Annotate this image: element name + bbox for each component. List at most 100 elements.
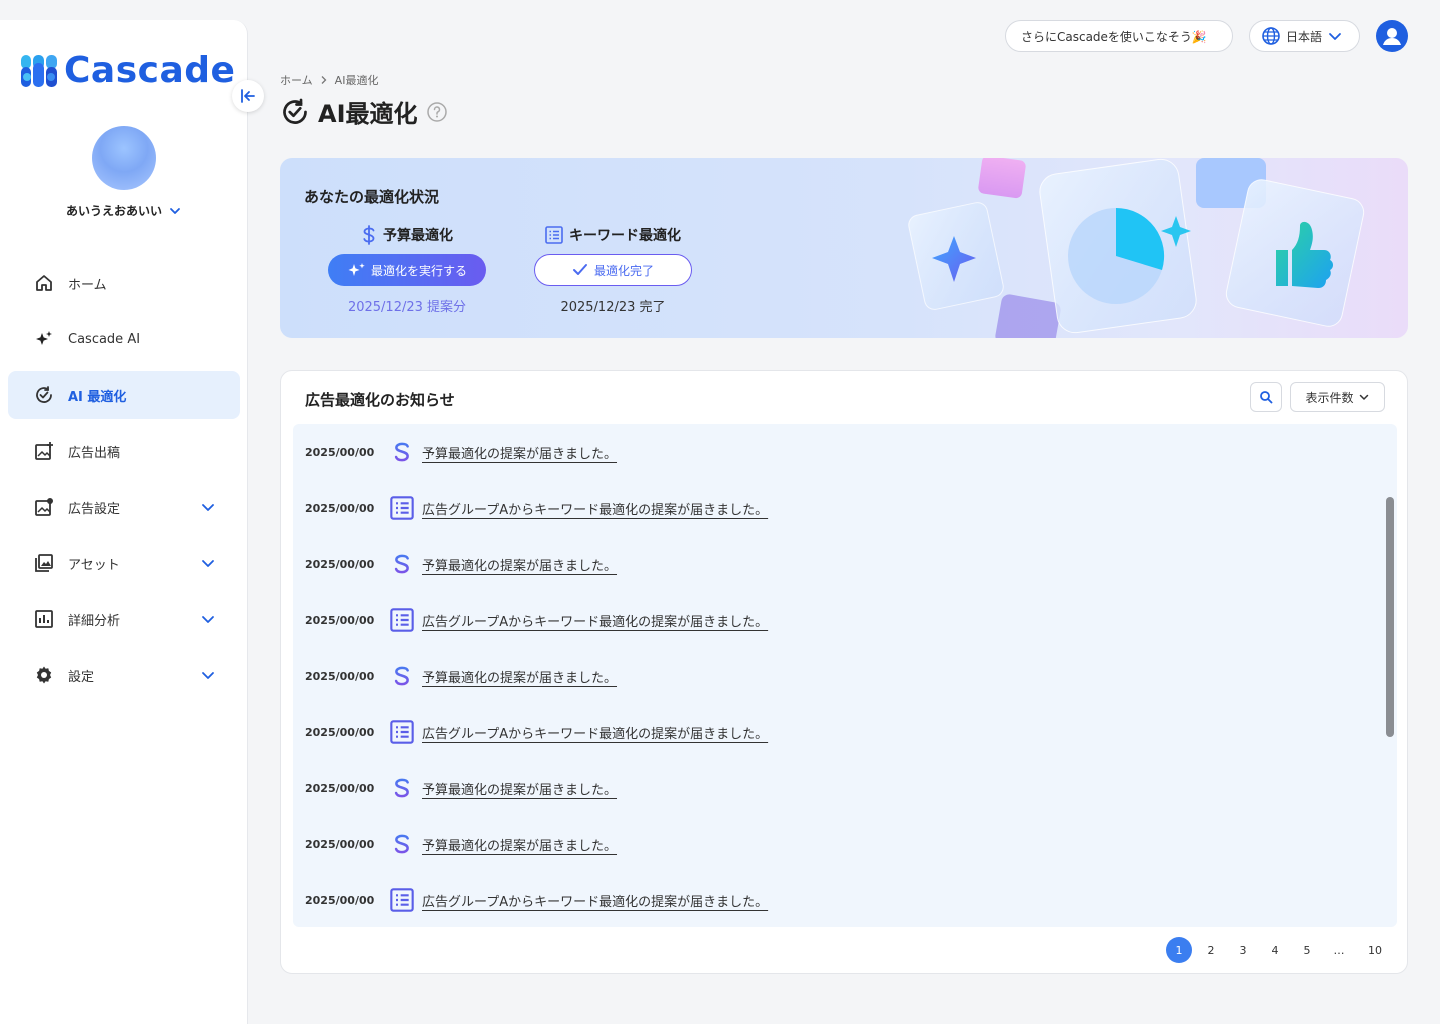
notice-date: 2025/00/00 [305,669,375,683]
sidebar-item-label: 広告出稿 [68,445,121,461]
dollar-icon [390,775,414,801]
sidebar-item-label: ホーム [68,277,107,293]
brand-name: Cascade [64,50,236,91]
ai-optimize-icon [283,98,307,124]
sparkle-icon [34,329,54,349]
page-button-4[interactable]: 4 [1262,937,1288,963]
notice-row[interactable]: 2025/00/00 広告グループAからキーワード最適化の提案が届きました。 [293,480,1397,536]
notice-link[interactable]: 広告グループAからキーワード最適化の提案が届きました。 [422,499,768,518]
help-icon[interactable] [426,101,448,123]
chevron-down-icon [170,207,180,214]
notice-link[interactable]: 予算最適化の提案が届きました。 [422,443,617,462]
list-icon [390,496,414,520]
dollar-icon [390,439,414,465]
sidebar-item-label: 詳細分析 [68,613,121,629]
notice-link[interactable]: 予算最適化の提案が届きました。 [422,835,617,854]
budget-optimization-label: 予算最適化 [361,224,453,246]
notice-list: 2025/00/00 予算最適化の提案が届きました。 2025/00/00 広告グ… [293,424,1397,927]
notice-date: 2025/00/00 [305,893,375,907]
notice-row[interactable]: 2025/00/00 予算最適化の提案が届きました。 [293,760,1397,816]
notice-row[interactable]: 2025/00/00 予算最適化の提案が届きました。 [293,424,1397,480]
run-optimization-button[interactable]: 最適化を実行する [328,254,486,286]
cascade-logo-icon [21,54,57,87]
sidebar-item-ai-optimize[interactable]: AI 最適化 [8,371,240,419]
breadcrumb-current: AI最適化 [334,74,379,87]
page-button-3[interactable]: 3 [1230,937,1256,963]
chevron-down-icon [202,672,214,679]
ad-optimization-notices-card: 広告最適化のお知らせ 表示件数 2025/00/00 予算最適化の提案が届きまし… [280,370,1408,974]
notice-link[interactable]: 予算最適化の提案が届きました。 [422,667,617,686]
keyword-optimization-label: キーワード最適化 [545,224,681,246]
notice-row[interactable]: 2025/00/00 予算最適化の提案が届きました。 [293,648,1397,704]
notices-card-title: 広告最適化のお知らせ [305,391,455,409]
page-button-5[interactable]: 5 [1294,937,1320,963]
display-count-label: 表示件数 [1305,390,1354,405]
sidebar-item-label: 広告設定 [68,501,121,517]
notice-row[interactable]: 2025/00/00 予算最適化の提案が届きました。 [293,536,1397,592]
notice-date: 2025/00/00 [305,445,375,459]
notice-link[interactable]: 広告グループAからキーワード最適化の提案が届きました。 [422,611,768,630]
budget-optimization: 予算最適化 最適化を実行する 2025/12/23 提案分 [328,224,486,315]
breadcrumb-home[interactable]: ホーム [280,72,313,88]
chevron-down-icon [1359,394,1368,400]
notice-link[interactable]: 広告グループAからキーワード最適化の提案が届きました。 [422,891,768,910]
gear-icon [34,665,54,685]
sidebar-collapse-button[interactable] [232,80,264,112]
notice-date: 2025/00/00 [305,781,375,795]
sidebar-item-cascade-ai[interactable]: Cascade AI [8,315,240,363]
account-avatar-button[interactable] [1376,20,1408,52]
sidebar-item-label: アセット [68,557,120,573]
dollar-icon [390,831,414,857]
page-button-2[interactable]: 2 [1198,937,1224,963]
sidebar-item-ad-publish[interactable]: 広告出稿 [8,427,240,475]
sidebar-item-analytics[interactable]: 詳細分析 [8,595,240,643]
bar-chart-icon [34,609,54,629]
search-icon [1260,391,1273,404]
notice-date: 2025/00/00 [305,557,375,571]
cascade-logo[interactable]: Cascade [20,50,235,91]
page-button-1[interactable]: 1 [1166,937,1192,963]
notice-list-scrollbar[interactable] [1386,497,1394,737]
home-icon [34,273,54,293]
chevron-down-icon [202,616,214,623]
keyword-optimization-date: 2025/12/23 完了 [560,300,666,315]
chevron-right-icon [321,76,327,84]
page-button-10[interactable]: 10 [1358,937,1392,963]
globe-icon [1262,27,1280,45]
page-title-text: AI最適化 [318,100,418,128]
language-selector[interactable]: 日本語 [1249,20,1360,52]
user-avatar[interactable] [92,126,156,190]
pagination-ellipsis: … [1333,943,1345,957]
list-icon [390,608,414,632]
search-button[interactable] [1250,382,1282,412]
notice-row[interactable]: 2025/00/00 広告グループAからキーワード最適化の提案が届きました。 [293,592,1397,648]
page-title: AI最適化 [280,94,448,129]
optimization-complete-button[interactable]: 最適化完了 [534,254,692,286]
ad-settings-icon [34,497,54,517]
chevron-down-icon [1329,33,1341,40]
sidebar: Cascade あいうえおあいい ホーム Cascade AI AI 最適化 広… [0,20,248,1024]
display-count-select[interactable]: 表示件数 [1290,382,1385,412]
notice-link[interactable]: 予算最適化の提案が届きました。 [422,555,617,574]
sidebar-item-ad-settings[interactable]: 広告設定 [8,483,240,531]
notice-link[interactable]: 広告グループAからキーワード最適化の提案が届きました。 [422,723,768,742]
sidebar-nav: ホーム Cascade AI AI 最適化 広告出稿 広告設定 アセット 詳細分… [8,259,240,707]
sidebar-item-assets[interactable]: アセット [8,539,240,587]
promo-button[interactable]: さらにCascadeを使いこなそう🎉 [1005,20,1233,52]
list-icon [390,888,414,912]
user-menu[interactable]: あいうえおあいい [0,202,248,219]
hero-illustration [908,158,1365,338]
sidebar-item-home[interactable]: ホーム [8,259,240,307]
breadcrumb: ホーム AI最適化 [280,72,378,88]
sidebar-item-label: AI 最適化 [68,389,127,405]
user-icon [1383,28,1401,45]
notice-row[interactable]: 2025/00/00 広告グループAからキーワード最適化の提案が届きました。 [293,704,1397,760]
language-label: 日本語 [1286,29,1323,44]
notice-row[interactable]: 2025/00/00 予算最適化の提案が届きました。 [293,816,1397,872]
sidebar-item-settings[interactable]: 設定 [8,651,240,699]
notice-date: 2025/00/00 [305,613,375,627]
pagination: 1 2 3 4 5 … 10 [1166,937,1392,963]
sidebar-item-label: 設定 [68,669,95,685]
notice-link[interactable]: 予算最適化の提案が届きました。 [422,779,617,798]
notice-row[interactable]: 2025/00/00 広告グループAからキーワード最適化の提案が届きました。 [293,872,1397,927]
